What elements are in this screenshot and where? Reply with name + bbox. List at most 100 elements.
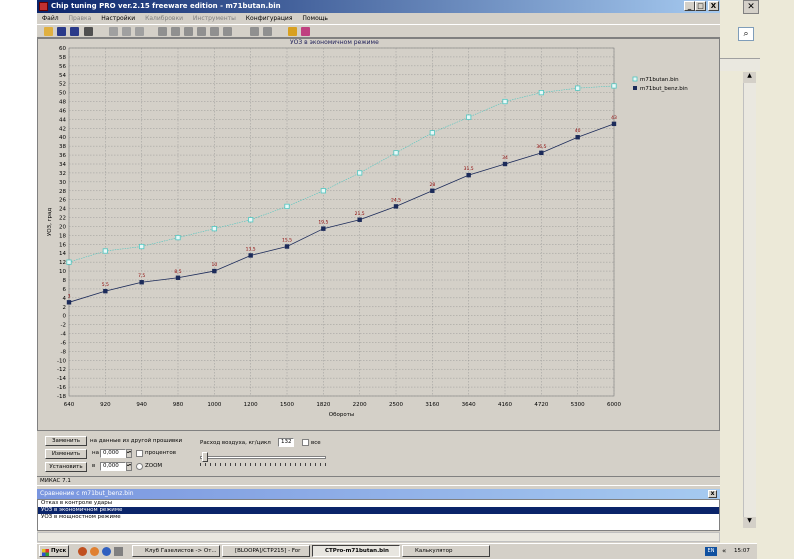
percent-checkbox[interactable] [136, 450, 143, 457]
change-button[interactable]: Изменить [45, 449, 87, 459]
data-point [175, 275, 181, 280]
menu-file[interactable]: Файл [42, 15, 59, 22]
compare-row[interactable]: УОЗ в мощностном режиме [38, 514, 719, 521]
data-label: 36,5 [536, 144, 546, 150]
data-point [66, 259, 72, 265]
task-forum[interactable]: [BLOOPA]/CTP215] - For [222, 545, 310, 557]
maximize-button[interactable]: □ [695, 1, 706, 11]
quicklaunch-icon-4[interactable] [114, 547, 123, 556]
binoculars-icon[interactable] [158, 27, 167, 36]
grid-icon[interactable] [197, 27, 206, 36]
menu-tools[interactable]: Инструменты [193, 15, 236, 22]
rate-field[interactable]: 132 [278, 438, 294, 447]
y-tick-label: 42 [59, 126, 66, 132]
in-value-field[interactable]: 0,000 [100, 462, 126, 471]
menu-help[interactable]: Помощь [302, 15, 328, 22]
menu-configuration[interactable]: Конфигурация [246, 15, 293, 22]
y-tick-label: 20 [59, 224, 66, 230]
replace-button[interactable]: Заменить [45, 436, 87, 446]
print-icon[interactable] [84, 27, 93, 36]
tray-arrow-icon[interactable]: « [722, 547, 726, 555]
quicklaunch-icon-3[interactable] [102, 547, 111, 556]
slider-thumb[interactable] [202, 452, 208, 462]
x-tick-label: 1820 [316, 402, 330, 408]
data-point [320, 188, 326, 194]
save-icon[interactable] [57, 27, 66, 36]
save-as-icon[interactable] [70, 27, 79, 36]
paste-icon[interactable] [122, 27, 131, 36]
search-icon[interactable] [223, 27, 232, 36]
close-button[interactable]: X [708, 1, 719, 11]
set-button[interactable]: Установить [45, 462, 87, 472]
y-tick-label: 4 [63, 296, 67, 302]
zoom-icon[interactable] [184, 27, 193, 36]
chip-icon[interactable] [288, 27, 297, 36]
task-calculator[interactable]: Калькулятор [402, 545, 490, 557]
compare-row-selected[interactable]: УОЗ в экономичном режиме [38, 507, 719, 514]
scroll-down-icon[interactable]: ▼ [743, 517, 756, 528]
app-icon [39, 2, 48, 11]
task-ctpro[interactable]: CTPro-m71butan.bin [312, 545, 400, 557]
open-folder-icon[interactable] [44, 27, 53, 36]
browser-scrollbar[interactable] [743, 72, 756, 528]
y-tick-label: -2 [61, 323, 66, 329]
window-title: Chip tuning PRO ver.2.15 freeware editio… [51, 2, 281, 10]
x-tick-label: 640 [64, 402, 75, 408]
task-club[interactable]: Клуб Газелистов -> От... [132, 545, 220, 557]
y-tick-label: -18 [57, 394, 66, 400]
data-point [611, 121, 617, 127]
by-spin-icon[interactable]: ▴▾ [126, 449, 132, 458]
data-point [139, 243, 145, 250]
data-point [212, 268, 217, 274]
all-checkbox[interactable] [302, 439, 309, 446]
zoom-radio[interactable] [136, 463, 143, 470]
y-tick-label: 8 [63, 278, 67, 284]
data-label: 8,5 [174, 269, 181, 275]
undo-icon[interactable] [135, 27, 144, 36]
legend-marker [632, 76, 638, 82]
browser-search-icon[interactable]: ⌕ [738, 27, 754, 41]
y-tick-label: 52 [59, 82, 66, 88]
compare-icon[interactable] [263, 27, 272, 36]
y-tick-label: 44 [59, 117, 66, 123]
menu-calibrations[interactable]: Калибровки [145, 15, 183, 22]
compare-hscroll[interactable] [37, 532, 720, 542]
plot-area [68, 47, 615, 397]
data-label: 40 [575, 128, 581, 134]
table-icon[interactable] [250, 27, 259, 36]
slider-track[interactable] [200, 456, 326, 459]
start-label: Пуск [51, 548, 67, 554]
y-tick-label: 10 [59, 269, 66, 275]
lang-indicator[interactable]: EN [705, 547, 717, 556]
data-point [102, 248, 108, 254]
by-value-field[interactable]: 0,000 [100, 449, 126, 458]
browser-close-button[interactable]: ✕ [743, 0, 759, 14]
scroll-up-icon[interactable]: ▲ [743, 72, 756, 83]
y-tick-label: 30 [59, 180, 66, 186]
compare-row[interactable]: Отказ в контроле удары [38, 500, 719, 507]
graph-icon[interactable] [210, 27, 219, 36]
y-tick-label: 34 [59, 162, 66, 168]
menu-settings[interactable]: Настройки [101, 15, 135, 22]
copy-icon[interactable] [109, 27, 118, 36]
quicklaunch-icon-1[interactable] [78, 547, 87, 556]
y-tick-label: 14 [59, 251, 66, 257]
y-tick-label: 26 [59, 198, 66, 204]
cut-icon[interactable] [171, 27, 180, 36]
data-point [248, 217, 254, 223]
quicklaunch-icon-2[interactable] [90, 547, 99, 556]
data-point [502, 98, 508, 105]
x-tick-label: 5300 [571, 402, 585, 408]
data-label: 13,5 [246, 246, 256, 252]
eraser-icon[interactable] [301, 27, 310, 36]
x-tick-label: 4720 [534, 402, 548, 408]
data-point [430, 188, 435, 193]
y-tick-label: 12 [59, 260, 66, 266]
minimize-button[interactable]: _ [684, 1, 695, 11]
y-tick-label: 50 [59, 91, 66, 97]
compare-close-button[interactable]: x [708, 490, 717, 498]
menu-edit[interactable]: Правка [69, 15, 92, 22]
data-label: 7,5 [138, 273, 145, 279]
title-bar: Chip tuning PRO ver.2.15 freeware editio… [37, 0, 720, 13]
in-spin-icon[interactable]: ▴▾ [126, 462, 132, 471]
